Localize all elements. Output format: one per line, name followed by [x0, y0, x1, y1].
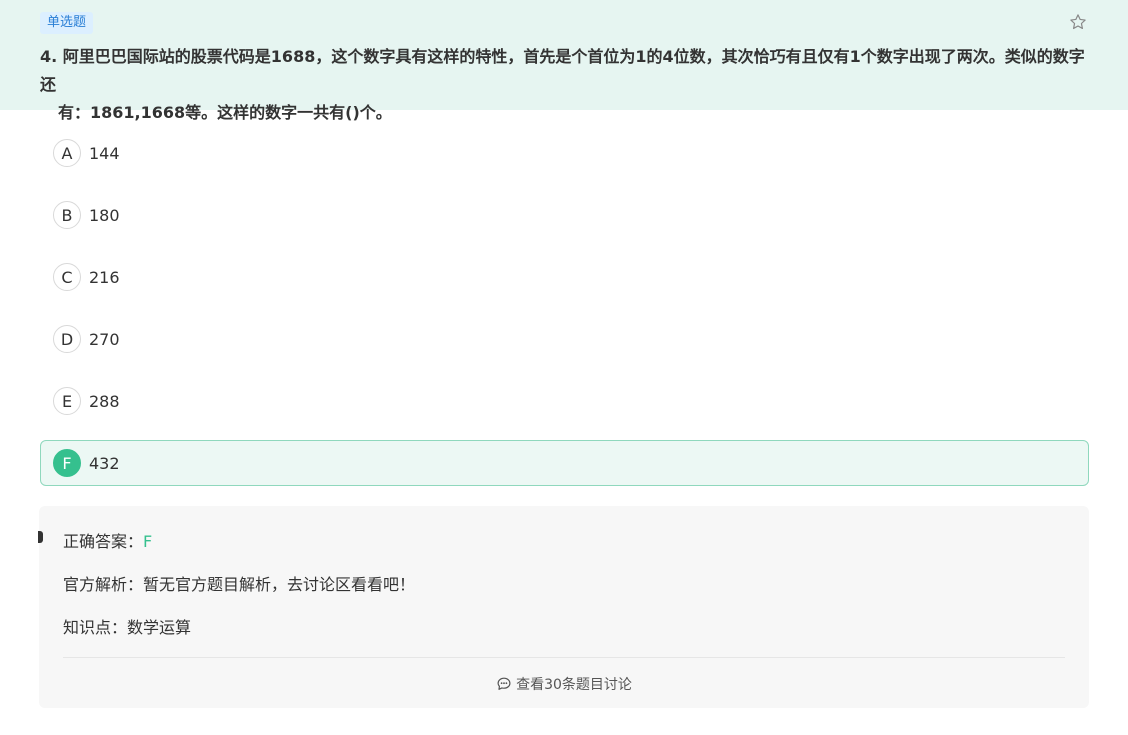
option-f[interactable]: F 432 — [40, 440, 1089, 486]
option-letter: A — [53, 139, 81, 167]
option-b[interactable]: B 180 — [40, 192, 1089, 238]
option-text: 216 — [89, 267, 120, 287]
knowledge-row: 知识点：数学运算 — [63, 614, 191, 638]
analysis-label: 官方解析： — [63, 575, 144, 594]
question-number: 4. — [40, 47, 58, 66]
option-letter: E — [53, 387, 81, 415]
divider — [63, 657, 1065, 658]
correct-answer-row: 正确答案：F — [63, 528, 152, 552]
question-header: 单选题 4. 阿里巴巴国际站的股票代码是1688，这个数字具有这样的特性，首先是… — [0, 0, 1128, 122]
knowledge-label: 知识点： — [63, 618, 128, 637]
option-letter: F — [53, 449, 81, 477]
option-letter: D — [53, 325, 81, 353]
discussion-link-text: 查看30条题目讨论 — [516, 677, 632, 693]
option-list: A 144 B 180 C 216 D 270 E 288 F 432 — [40, 130, 1089, 502]
question-text: 4. 阿里巴巴国际站的股票代码是1688，这个数字具有这样的特性，首先是个首位为… — [40, 43, 1090, 127]
option-d[interactable]: D 270 — [40, 316, 1089, 362]
option-letter: B — [53, 201, 81, 229]
knowledge-text[interactable]: 数学运算 — [127, 618, 191, 637]
correct-answer-label: 正确答案： — [63, 532, 144, 551]
correct-answer-value: F — [143, 532, 153, 551]
option-text: 288 — [89, 391, 120, 411]
analysis-text: 暂无官方题目解析，去讨论区看看吧！ — [143, 575, 416, 594]
star-icon[interactable] — [1069, 13, 1087, 31]
analysis-row: 官方解析：暂无官方题目解析，去讨论区看看吧！ — [63, 571, 415, 595]
option-text: 432 — [89, 453, 120, 473]
option-text: 144 — [89, 143, 120, 163]
question-text-line1: 阿里巴巴国际站的股票代码是1688，这个数字具有这样的特性，首先是个首位为1的4… — [40, 47, 1085, 94]
answer-panel: 正确答案：F 官方解析：暂无官方题目解析，去讨论区看看吧！ 知识点：数学运算 查… — [38, 506, 1089, 708]
option-c[interactable]: C 216 — [40, 254, 1089, 300]
question-text-line2: 有：1861,1668等。这样的数字一共有()个。 — [58, 103, 392, 122]
option-text: 270 — [89, 329, 120, 349]
panel-marker — [38, 531, 43, 543]
option-text: 180 — [89, 205, 120, 225]
option-e[interactable]: E 288 — [40, 378, 1089, 424]
discussion-link[interactable]: 查看30条题目讨论 — [39, 674, 1089, 694]
option-a[interactable]: A 144 — [40, 130, 1089, 176]
question-type-badge: 单选题 — [40, 12, 94, 34]
option-letter: C — [53, 263, 81, 291]
chat-icon — [497, 677, 511, 690]
